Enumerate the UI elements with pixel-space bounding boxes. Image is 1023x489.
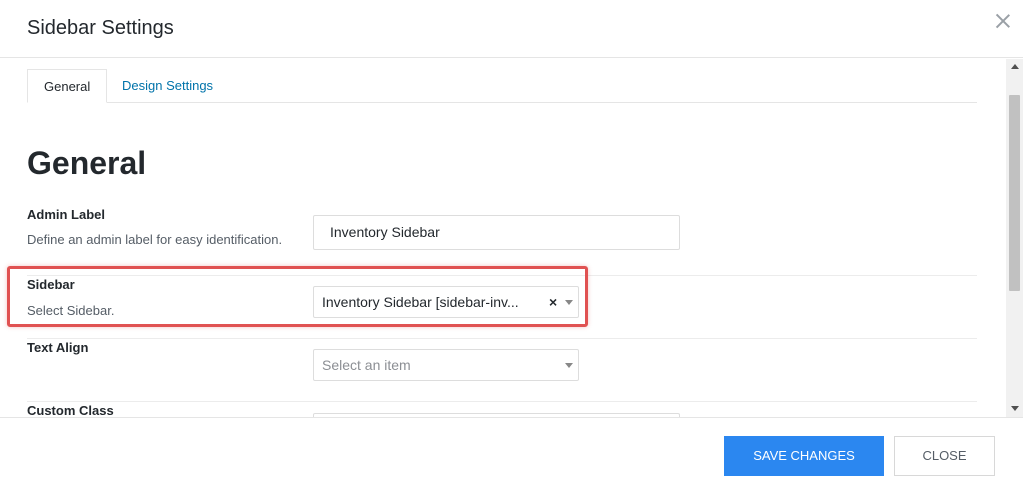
modal-body: General Design Settings General Admin La…	[0, 59, 1023, 417]
save-changes-button[interactable]: SAVE CHANGES	[724, 436, 884, 476]
text-align-label: Text Align	[27, 340, 89, 355]
sidebar-label: Sidebar	[27, 277, 75, 292]
admin-label-input[interactable]: Inventory Sidebar	[313, 215, 680, 250]
text-align-placeholder: Select an item	[322, 357, 411, 373]
scroll-up-icon[interactable]	[1011, 64, 1019, 69]
row-divider	[27, 401, 977, 402]
tab-bar: General Design Settings	[27, 69, 977, 103]
tab-design-settings[interactable]: Design Settings	[106, 69, 229, 103]
scroll-down-icon[interactable]	[1011, 406, 1019, 411]
chevron-down-icon	[565, 300, 573, 305]
scroll-thumb[interactable]	[1009, 95, 1020, 291]
admin-label-label: Admin Label	[27, 207, 106, 222]
close-button[interactable]: CLOSE	[894, 436, 995, 476]
text-align-select[interactable]: Select an item	[313, 349, 579, 381]
modal-title: Sidebar Settings	[27, 17, 174, 39]
sidebar-settings-modal: Sidebar Settings General Design Settings…	[0, 0, 1023, 489]
scrollbar[interactable]	[1006, 59, 1023, 417]
admin-label-description: Define an admin label for easy identific…	[27, 232, 283, 247]
sidebar-description: Select Sidebar.	[27, 303, 115, 318]
chevron-down-icon	[565, 363, 573, 368]
modal-header: Sidebar Settings	[0, 0, 1023, 58]
custom-class-label: Custom Class	[27, 403, 114, 417]
row-divider	[27, 338, 977, 339]
sidebar-select[interactable]: Inventory Sidebar [sidebar-inv... ×	[313, 286, 579, 318]
close-icon[interactable]	[994, 12, 1012, 30]
section-heading: General	[27, 145, 147, 181]
sidebar-select-value: Inventory Sidebar [sidebar-inv...	[322, 294, 519, 310]
modal-footer: SAVE CHANGES CLOSE	[0, 417, 1023, 489]
clear-selection-icon[interactable]: ×	[549, 287, 557, 317]
tab-general[interactable]: General	[27, 69, 108, 103]
